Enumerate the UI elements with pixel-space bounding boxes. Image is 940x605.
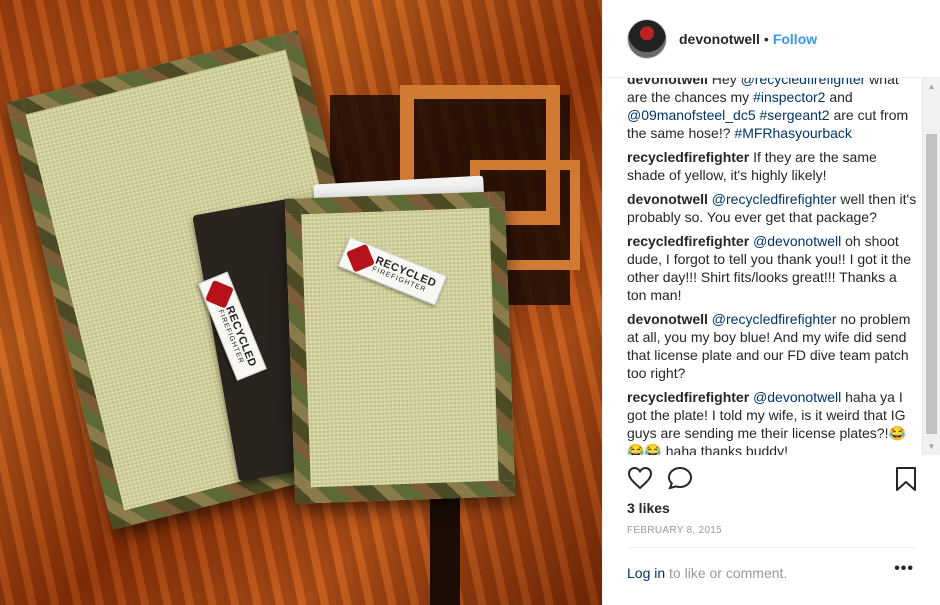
mention-link[interactable]: @devonotwell <box>753 233 841 249</box>
header-separator: • <box>763 30 769 47</box>
comment-username[interactable]: recycledfirefighter <box>627 149 749 165</box>
brand-logo-icon <box>205 279 234 309</box>
comment-item: devonotwell @recycledfirefighter well th… <box>627 190 917 226</box>
comment-username[interactable]: devonotwell <box>627 311 708 327</box>
likes-count[interactable]: 3 likes <box>627 500 670 516</box>
bookmark-icon[interactable] <box>895 466 917 492</box>
scroll-up-arrow-icon[interactable]: ▲ <box>923 78 940 95</box>
brand-logo-icon <box>346 243 375 273</box>
heart-icon[interactable] <box>627 466 653 490</box>
follow-button[interactable]: Follow <box>773 31 817 47</box>
photo-wallet-small <box>284 191 516 504</box>
mention-link[interactable]: @devonotwell <box>753 389 841 405</box>
mention-link[interactable]: @recycledfirefighter <box>712 191 837 207</box>
comment-item: recycledfirefighter @devonotwell haha ya… <box>627 388 917 455</box>
comment-item: recycledfirefighter If they are the same… <box>627 148 917 184</box>
comment-username[interactable]: devonotwell <box>627 191 708 207</box>
hashtag-link[interactable]: #MFRhasyourback <box>734 125 852 141</box>
post-actions <box>627 460 917 500</box>
comment-username[interactable]: recycledfirefighter <box>627 233 749 249</box>
mention-link[interactable]: @09manofsteel_dc5 <box>627 107 756 123</box>
post-header: devonotwell • Follow <box>603 0 940 78</box>
comment-text: and <box>825 89 853 105</box>
comment-item: recycledfirefighter @devonotwell oh shoo… <box>627 232 917 304</box>
avatar[interactable] <box>627 18 667 59</box>
login-prompt-text: to like or comment. <box>665 565 788 581</box>
login-link[interactable]: Log in <box>627 565 665 581</box>
comment-username[interactable]: devonotwell <box>627 78 708 87</box>
comments-scrollbar[interactable]: ▲ ▼ <box>922 78 940 455</box>
scroll-down-arrow-icon[interactable]: ▼ <box>923 438 940 455</box>
comments-list[interactable]: devonotwell Hey @recycledfirefighter wha… <box>603 78 940 455</box>
post-sidebar: devonotwell • Follow devonotwell Hey @re… <box>602 0 940 605</box>
divider <box>627 547 917 548</box>
comment-username[interactable]: recycledfirefighter <box>627 389 749 405</box>
post-photo[interactable]: RECYCLED FIREFIGHTER RECYCLED FIREFIGHTER <box>0 0 602 605</box>
comment-text: Hey <box>711 78 741 87</box>
post-date: FEBRUARY 8, 2015 <box>627 525 723 536</box>
comment-item: devonotwell Hey @recycledfirefighter wha… <box>627 78 917 142</box>
comment-item: devonotwell @recycledfirefighter no prob… <box>627 310 917 382</box>
scrollbar-thumb[interactable] <box>926 134 937 434</box>
more-options-icon[interactable]: ••• <box>894 560 914 578</box>
login-prompt: Log in to like or comment. <box>627 565 787 581</box>
hashtag-link[interactable]: #inspector2 <box>753 89 825 105</box>
mention-link[interactable]: @recycledfirefighter <box>712 311 837 327</box>
hashtag-link[interactable]: #sergeant2 <box>760 107 830 123</box>
comment-bubble-icon[interactable] <box>667 466 693 490</box>
comments-scroll-content: devonotwell Hey @recycledfirefighter wha… <box>627 78 917 455</box>
header-username[interactable]: devonotwell <box>679 31 760 47</box>
mention-link[interactable]: @recycledfirefighter <box>741 78 866 87</box>
